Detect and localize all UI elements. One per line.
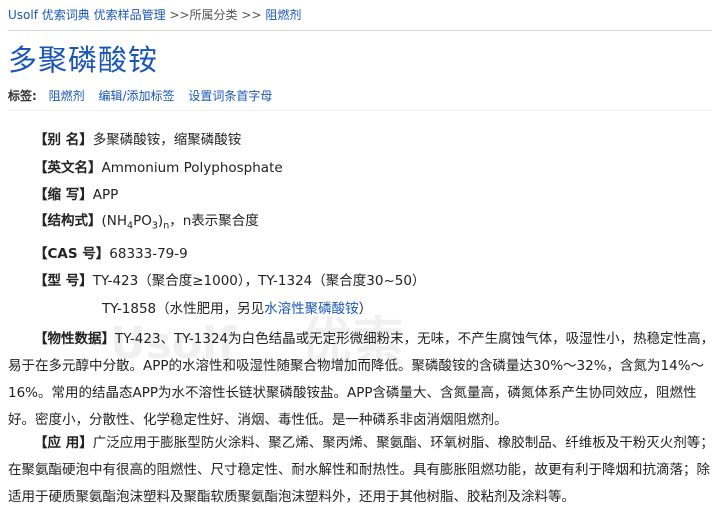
breadcrumb-category-link[interactable]: 所属分类 (190, 8, 238, 22)
breadcrumb: Usolf 优索词典 优索样品管理 >>所属分类 >> 阻燃剂 (8, 6, 301, 23)
field-english-name: 【英文名】Ammonium Polyphosphate (34, 156, 283, 176)
field-label: 【型 号】 (34, 273, 93, 289)
field-value: Ammonium Polyphosphate (101, 160, 283, 176)
application-label: 【应 用】 (34, 435, 93, 451)
breadcrumb-site-link[interactable]: Usolf 优索词典 (8, 8, 90, 22)
field-abbreviation: 【缩 写】APP (34, 183, 118, 203)
breadcrumb-separator: >> (169, 8, 190, 22)
field-value: 68333-79-9 (109, 246, 188, 262)
field-model-line2: TY-1858（水性肥用，另见水溶性聚磷酸铵） (102, 297, 372, 317)
application-paragraph: 【应 用】广泛应用于膨胀型防火涂料、聚乙烯、聚丙烯、聚氨酯、环氧树脂、橡胶制品、… (8, 430, 716, 511)
formula-mid: PO (133, 213, 152, 229)
application-text: 广泛应用于膨胀型防火涂料、聚乙烯、聚丙烯、聚氨酯、环氧树脂、橡胶制品、纤维板及干… (8, 435, 714, 505)
formula-open: (NH (101, 213, 128, 229)
field-label: 【英文名】 (34, 160, 102, 176)
properties-paragraph: 【物性数据】TY-423、TY-1324为白色结晶或无定形微细粉末，无味，不产生… (8, 326, 716, 434)
edit-tags-link[interactable]: 编辑/添加标签 (98, 89, 174, 103)
tags-label: 标签: (8, 89, 37, 103)
field-label: 【缩 写】 (34, 187, 93, 203)
field-model: 【型 号】TY-423（聚合度≥1000），TY-1324（聚合度30~50） (34, 269, 425, 289)
field-value: TY-1858（水性肥用，另见 (102, 301, 265, 317)
tags-divider (8, 110, 712, 111)
breadcrumb-section-link[interactable]: 优索样品管理 (94, 8, 166, 22)
properties-label: 【物性数据】 (34, 331, 115, 347)
field-value: TY-423（聚合度≥1000），TY-1324（聚合度30~50） (92, 273, 426, 289)
breadcrumb-current-link[interactable]: 阻燃剂 (265, 8, 301, 22)
field-formula: 【结构式】(NH4PO3)n，n表示聚合度 (34, 209, 259, 232)
field-label: 【别 名】 (34, 132, 93, 148)
field-label: 【结构式】 (34, 213, 102, 229)
field-value: APP (92, 187, 119, 203)
tag-link-flame-retardant[interactable]: 阻燃剂 (49, 89, 85, 103)
field-alias: 【别 名】多聚磷酸铵，缩聚磷酸铵 (34, 128, 241, 148)
header-divider (8, 30, 712, 31)
water-soluble-app-link[interactable]: 水溶性聚磷酸铵 (264, 301, 359, 317)
field-value: 多聚磷酸铵，缩聚磷酸铵 (92, 132, 242, 148)
page-title: 多聚磷酸铵 (8, 43, 159, 77)
tag-bar: 标签: 阻燃剂 编辑/添加标签 设置词条首字母 (8, 87, 282, 104)
breadcrumb-separator: >> (241, 8, 262, 22)
field-label: 【CAS 号】 (34, 246, 110, 262)
field-value: ） (358, 301, 373, 317)
set-initial-link[interactable]: 设置词条首字母 (188, 89, 272, 103)
field-cas: 【CAS 号】68333-79-9 (34, 242, 188, 262)
formula-note: ，n表示聚合度 (169, 213, 259, 229)
